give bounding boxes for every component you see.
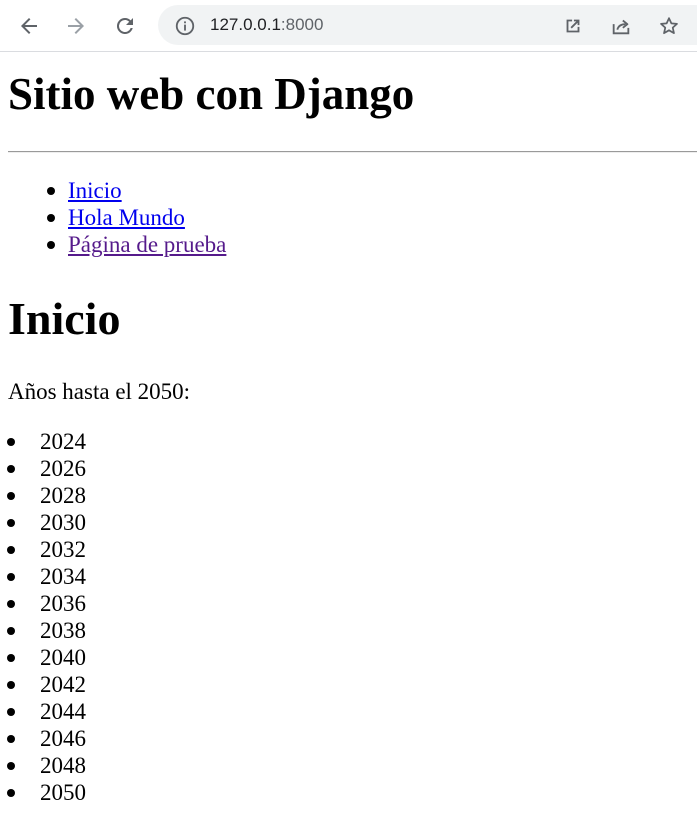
address-bar[interactable]: 127.0.0.1:8000 — [158, 5, 697, 45]
year-item: 2038 — [0, 617, 86, 644]
year-item: 2046 — [0, 725, 86, 752]
browser-toolbar: 127.0.0.1:8000 — [0, 0, 697, 52]
back-button[interactable] — [12, 9, 46, 43]
reload-button[interactable] — [108, 9, 142, 43]
year-item: 2050 — [0, 779, 86, 806]
horizontal-rule — [8, 151, 697, 153]
year-item: 2040 — [0, 644, 86, 671]
years-list: 2024 2026 2028 2030 2032 2034 2036 2038 … — [0, 428, 86, 806]
year-item: 2044 — [0, 698, 86, 725]
year-item: 2026 — [0, 455, 86, 482]
url-host: 127.0.0.1 — [210, 15, 281, 34]
nav-link-pagina-de-prueba[interactable]: Página de prueba — [68, 232, 226, 257]
year-item: 2032 — [0, 536, 86, 563]
star-icon[interactable] — [656, 13, 682, 39]
reload-icon — [116, 17, 133, 34]
nav-item-hola-mundo: Hola Mundo — [8, 204, 226, 231]
url-text[interactable]: 127.0.0.1:8000 — [210, 14, 323, 36]
nav-item-pagina-de-prueba: Página de prueba — [8, 231, 226, 258]
nav-link-hola-mundo[interactable]: Hola Mundo — [68, 205, 185, 230]
nav-item-inicio: Inicio — [8, 177, 226, 204]
year-item: 2030 — [0, 509, 86, 536]
arrow-left-icon — [21, 18, 37, 34]
open-external-icon[interactable] — [560, 13, 586, 39]
year-item: 2048 — [0, 752, 86, 779]
intro-text: Años hasta el 2050: — [8, 379, 191, 404]
info-circle-icon[interactable] — [173, 14, 197, 38]
nav-link-inicio[interactable]: Inicio — [68, 178, 122, 203]
url-port: :8000 — [280, 15, 324, 34]
year-item: 2036 — [0, 590, 86, 617]
year-item: 2034 — [0, 563, 86, 590]
page-heading: Inicio — [8, 293, 121, 344]
year-item: 2024 — [0, 428, 86, 455]
arrow-right-icon — [68, 18, 84, 34]
share-icon[interactable] — [608, 13, 634, 39]
forward-button[interactable] — [59, 9, 93, 43]
nav-menu: Inicio Hola Mundo Página de prueba — [8, 177, 226, 258]
year-item: 2028 — [0, 482, 86, 509]
site-title: Sitio web con Django — [8, 69, 415, 119]
year-item: 2042 — [0, 671, 86, 698]
